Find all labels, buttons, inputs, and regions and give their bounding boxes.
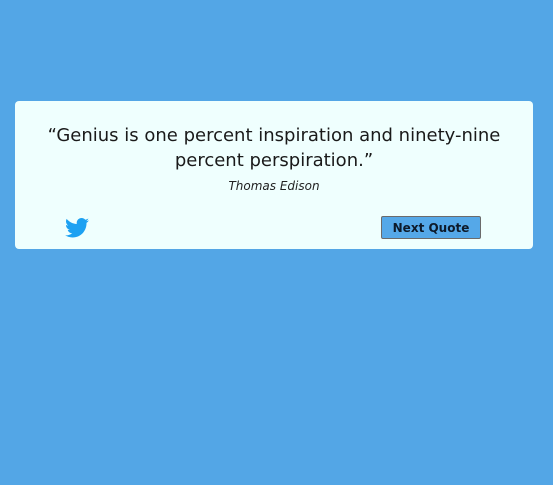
next-quote-button[interactable]: Next Quote	[381, 216, 481, 239]
quote-text: “Genius is one percent inspiration and n…	[47, 125, 501, 171]
quote-author: Thomas Edison	[228, 179, 320, 193]
quote-card: “Genius is one percent inspiration and n…	[15, 101, 533, 249]
twitter-bird-icon	[65, 218, 89, 238]
tweet-quote-button[interactable]	[65, 218, 89, 238]
